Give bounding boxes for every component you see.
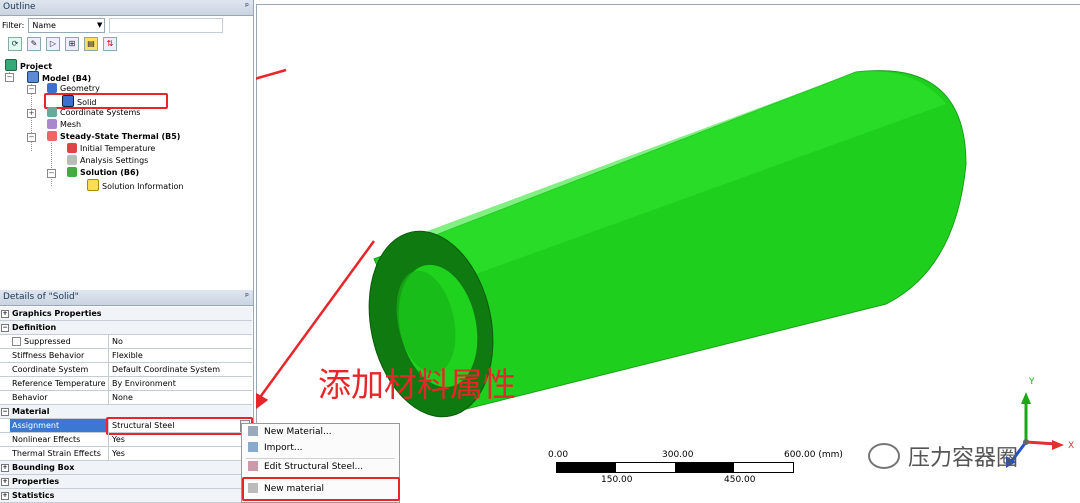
tree-item-coordinate-systems[interactable]: Coordinate Systems [47,107,140,119]
collapse-model-icon[interactable]: − [5,73,14,82]
outline-title: Outline [3,2,36,12]
tree-item-initial-temperature[interactable]: Initial Temperature [67,143,155,155]
watermark: 压力容器圈 [868,440,1018,472]
row-suppressed[interactable]: Suppressed No [0,335,252,349]
scale-label-450: 450.00 [724,475,756,485]
new-material-icon [248,426,258,436]
expand-icon[interactable]: + [1,478,9,486]
outline-title-bar: Outline ᵖ [0,0,253,16]
filter-label: Filter: [2,21,25,30]
menu-item-new-material[interactable]: New Material... [248,425,332,439]
tree-item-solution[interactable]: Solution (B6) [67,167,139,179]
row-stiffness-behavior[interactable]: Stiffness Behavior Flexible [0,349,252,363]
annotation-label: 添加材料属性 [318,365,516,404]
highlight-new-material [242,477,400,501]
wechat-icon [868,443,900,469]
outline-tree: Project − Model (B4) − Geometry Solid + … [0,53,253,293]
menu-item-import[interactable]: Import... [248,441,302,455]
outline-toolbar: ⟳ ✎ ▷ ⊞ ▤ ⇅ [0,35,253,53]
folder-icon[interactable]: ▤ [84,37,98,51]
mesh-icon [47,119,57,129]
project-icon [5,59,17,71]
tree-item-project[interactable]: Project [5,59,52,71]
details-title: Details of "Solid" [3,292,79,302]
suppressed-checkbox[interactable] [12,337,21,346]
expand-coordinate-systems-icon[interactable]: + [27,109,36,118]
pin-icon[interactable]: ᵖ [245,0,249,15]
scale-label-150: 150.00 [601,475,633,485]
scale-bar-graphic [556,462,794,473]
import-icon [248,442,258,452]
tree-item-model[interactable]: Model (B4) [27,71,91,83]
collapse-solution-icon[interactable]: − [47,169,56,178]
filter-select[interactable]: Name ▼ [28,18,106,33]
scale-label-0: 0.00 [548,450,569,460]
temperature-icon [67,143,77,153]
collapse-icon[interactable]: − [1,324,9,332]
expand-icon[interactable]: + [1,310,9,318]
collapse-steady-state-icon[interactable]: − [27,133,36,142]
coordinate-systems-icon [47,107,57,117]
scale-bar: 0.00 300.00 600.00 (mm) 150.00 450.00 [548,450,848,490]
collapse-icon[interactable]: ▷ [46,37,60,51]
row-coordinate-system[interactable]: Coordinate System Default Coordinate Sys… [0,363,252,377]
filter-value: Name [32,21,56,30]
geometry-icon [47,83,57,93]
select-icon[interactable]: ⊞ [65,37,79,51]
triad-x-label: X [1068,441,1075,451]
group-graphics-properties[interactable]: + Graphics Properties [0,307,252,321]
scale-label-300: 300.00 [662,450,694,460]
outline-panel: Outline ᵖ Filter: Name ▼ ⟳ ✎ ▷ ⊞ ▤ ⇅ Pro… [0,0,254,290]
triad-y-label: Y [1029,377,1035,387]
thermal-analysis-icon [47,131,57,141]
tree-item-mesh[interactable]: Mesh [47,119,81,131]
expand-icon[interactable]: ✎ [27,37,41,51]
row-nonlinear-effects[interactable]: Nonlinear Effects Yes [0,433,252,447]
filter-bar: Filter: Name ▼ [0,16,253,35]
group-properties[interactable]: + Properties [0,475,252,489]
menu-separator [246,458,395,459]
tree-item-analysis-settings[interactable]: Analysis Settings [67,155,148,167]
edit-material-icon [248,461,258,471]
group-statistics[interactable]: + Statistics [0,489,252,503]
row-thermal-strain-effects[interactable]: Thermal Strain Effects Yes [0,447,252,461]
tree-item-steady-state-thermal[interactable]: Steady-State Thermal (B5) [47,131,180,143]
group-definition[interactable]: − Definition [0,321,252,335]
tree-item-solution-information[interactable]: Solution Information [87,179,183,191]
pin-icon[interactable]: ᵖ [245,290,249,305]
collapse-icon[interactable]: − [1,408,9,416]
model-icon [27,71,39,83]
collapse-geometry-icon[interactable]: − [27,85,36,94]
details-title-bar: Details of "Solid" ᵖ [0,290,253,306]
menu-item-edit-structural-steel[interactable]: Edit Structural Steel... [248,460,363,474]
scale-label-600: 600.00 (mm) [784,450,843,460]
settings-icon [67,155,77,165]
info-icon [87,179,99,191]
details-panel: Details of "Solid" ᵖ + Graphics Properti… [0,290,254,503]
row-reference-temperature[interactable]: Reference Temperature By Environment [0,377,252,391]
filter-search-input[interactable] [109,18,224,33]
group-bounding-box[interactable]: + Bounding Box [0,461,252,475]
refresh-icon[interactable]: ⟳ [8,37,22,51]
sort-icon[interactable]: ⇅ [103,37,117,51]
expand-icon[interactable]: + [1,464,9,472]
chevron-down-icon: ▼ [96,21,103,29]
expand-icon[interactable]: + [1,492,9,500]
row-behavior[interactable]: Behavior None [0,391,252,405]
solution-icon [67,167,77,177]
